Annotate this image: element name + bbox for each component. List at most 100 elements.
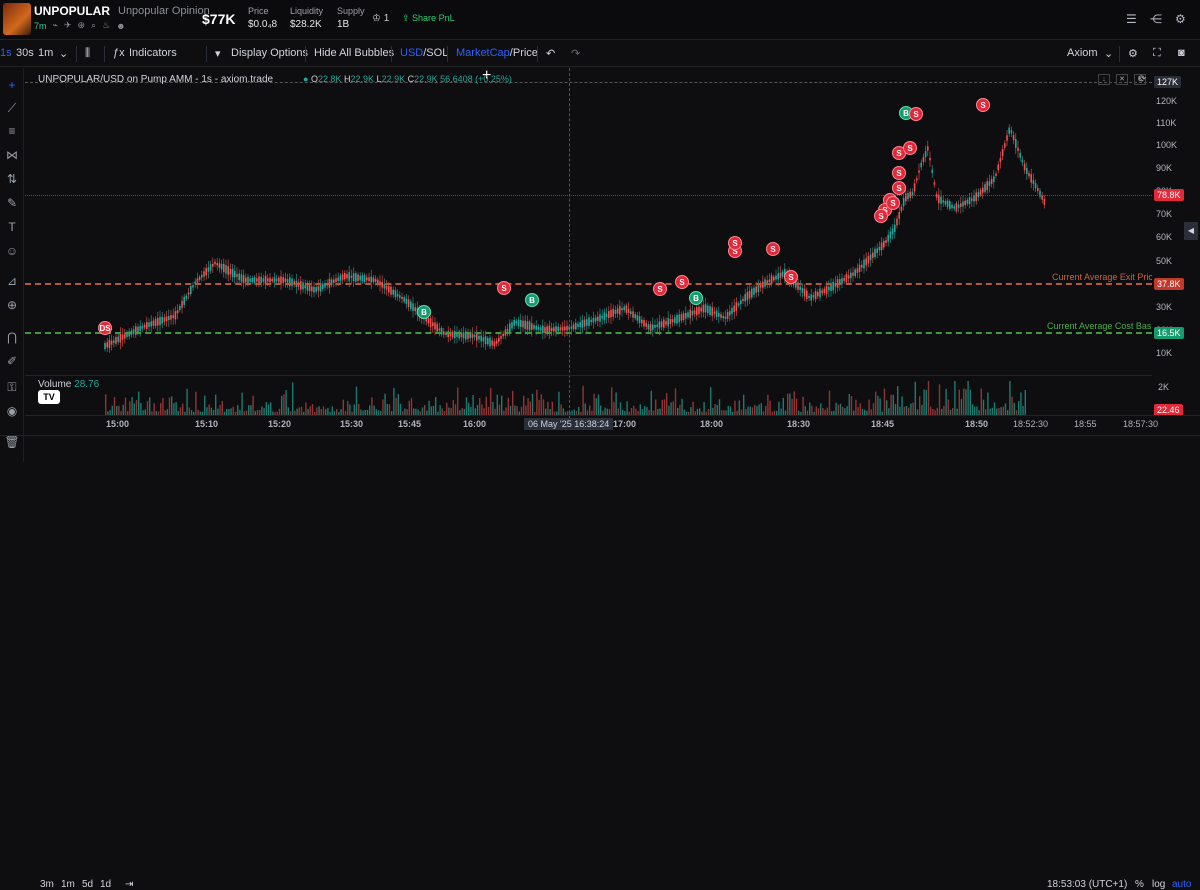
gear-icon[interactable]: ⚙: [1128, 47, 1138, 60]
candle-body: [894, 224, 896, 232]
sell-bubble[interactable]: S: [784, 270, 798, 284]
indicators-button[interactable]: Indicators: [129, 47, 177, 59]
price-chart[interactable]: [25, 68, 1152, 374]
volume-bar: [670, 402, 672, 415]
volume-bar: [604, 407, 606, 415]
volume-bar: [248, 405, 250, 415]
sell-bubble[interactable]: S: [874, 209, 888, 223]
sell-bubble[interactable]: S: [886, 196, 900, 210]
auto-toggle[interactable]: auto: [1172, 879, 1191, 890]
sell-bubble[interactable]: S: [909, 107, 923, 121]
trendline-icon[interactable]: ⟋: [4, 101, 20, 115]
emoji-icon[interactable]: ☺: [4, 244, 20, 258]
redo-icon[interactable]: ↷: [571, 47, 580, 60]
text-icon[interactable]: T: [4, 220, 20, 234]
volume-bar: [888, 408, 890, 415]
indicators-icon[interactable]: ƒx: [113, 47, 125, 59]
candle-body: [588, 317, 590, 326]
log-toggle[interactable]: log: [1152, 879, 1165, 890]
percent-toggle[interactable]: %: [1135, 879, 1144, 890]
buy-bubble[interactable]: B: [417, 305, 431, 319]
list-icon[interactable]: ☰: [1126, 12, 1137, 26]
hide-bubbles-button[interactable]: Hide All Bubbles: [314, 47, 394, 59]
sell-bubble[interactable]: S: [976, 98, 990, 112]
currency-toggle[interactable]: USD/SOL: [400, 47, 448, 59]
sell-bubble[interactable]: DS: [98, 321, 112, 335]
utc-clock[interactable]: 18:53:03 (UTC+1): [1047, 879, 1127, 890]
interval-1m[interactable]: 1m: [38, 47, 53, 59]
pattern-icon[interactable]: ⋈: [4, 148, 20, 162]
candle-body: [581, 320, 584, 328]
brush-icon[interactable]: ✎: [4, 196, 20, 210]
zoom-icon[interactable]: ⊕: [4, 298, 20, 312]
buy-bubble[interactable]: B: [689, 291, 703, 305]
sell-bubble[interactable]: S: [903, 141, 917, 155]
range-3m[interactable]: 3m: [40, 879, 54, 890]
chevron-down-icon[interactable]: ⌄: [1104, 47, 1113, 60]
time-tick-label: 15:00: [106, 419, 130, 429]
candle-body: [181, 300, 183, 308]
fib-icon[interactable]: ≡: [4, 124, 20, 138]
candle-body: [775, 275, 777, 280]
date-range-icon[interactable]: ⇥: [125, 879, 133, 890]
forecast-icon[interactable]: ⇅: [4, 172, 20, 186]
volume-bar: [195, 391, 197, 415]
candle-body: [251, 277, 254, 283]
telegram-icon[interactable]: ✈: [64, 20, 72, 31]
candle-body: [348, 272, 350, 281]
candle-body: [742, 298, 744, 302]
sell-bubble[interactable]: S: [892, 181, 906, 195]
interval-1s[interactable]: 1s: [0, 47, 12, 59]
collapse-down-icon[interactable]: ↓: [1098, 74, 1110, 85]
share-pnl-button[interactable]: ⇪ Share PnL: [402, 13, 455, 24]
buy-bubble[interactable]: B: [525, 293, 539, 307]
lock-icon[interactable]: ⚿: [4, 380, 20, 394]
sell-bubble[interactable]: S: [653, 282, 667, 296]
range-1m[interactable]: 1m: [61, 879, 75, 890]
chef-icon[interactable]: ☻: [116, 21, 125, 31]
caret-icon[interactable]: ▾: [215, 47, 221, 60]
sell-bubble[interactable]: S: [497, 281, 511, 295]
refresh-icon[interactable]: ⟳: [1138, 74, 1146, 85]
interval-30s[interactable]: 30s: [16, 47, 34, 59]
settings-icon[interactable]: ⚙: [1175, 12, 1186, 26]
sell-bubble[interactable]: S: [728, 236, 742, 250]
visibility-icon[interactable]: ◉: [4, 404, 20, 418]
volume-bar: [261, 406, 263, 415]
globe-icon[interactable]: ⊕: [77, 20, 85, 31]
magnet-icon[interactable]: ⋂: [4, 330, 20, 344]
candle-body: [707, 305, 709, 314]
volume-bar: [393, 388, 395, 415]
sell-bubble[interactable]: S: [766, 242, 780, 256]
candle-type-icon[interactable]: ⫼: [85, 47, 90, 60]
range-1d[interactable]: 1d: [100, 879, 111, 890]
fullscreen-icon[interactable]: ⛶: [1153, 47, 1161, 60]
share-icon[interactable]: ⋲: [1150, 12, 1162, 26]
chevron-down-icon[interactable]: ⌄: [59, 47, 68, 60]
undo-icon[interactable]: ↶: [546, 47, 555, 60]
source-select[interactable]: Axiom: [1067, 47, 1098, 59]
search-icon[interactable]: ⌕: [91, 20, 96, 31]
expand-panel-icon[interactable]: ◀: [1184, 222, 1198, 240]
candle-body: [773, 276, 775, 281]
camera-icon[interactable]: ◙: [1178, 47, 1185, 59]
ruler-icon[interactable]: ⊿: [4, 274, 20, 288]
candle-body: [436, 323, 438, 332]
sell-bubble[interactable]: S: [675, 275, 689, 289]
link-icon[interactable]: ⌁: [53, 20, 58, 31]
avg-exit-line: [25, 283, 1152, 285]
crown-icon: ♔: [372, 13, 381, 24]
display-options-button[interactable]: Display Options: [231, 47, 308, 59]
time-tick-label: 16:00: [463, 419, 487, 429]
crosshair-icon[interactable]: +: [4, 78, 20, 92]
sell-bubble[interactable]: S: [892, 166, 906, 180]
lock-drawing-icon[interactable]: ✐: [4, 354, 20, 368]
candle-body: [172, 315, 174, 318]
volume-bar: [450, 407, 452, 415]
maximize-icon[interactable]: ✕: [1116, 74, 1128, 85]
metric-toggle[interactable]: MarketCap/Price: [456, 47, 538, 59]
volume-bar: [633, 405, 635, 415]
range-5d[interactable]: 5d: [82, 879, 93, 890]
pump-icon[interactable]: ♨: [102, 20, 110, 31]
volume-bar: [487, 406, 490, 415]
